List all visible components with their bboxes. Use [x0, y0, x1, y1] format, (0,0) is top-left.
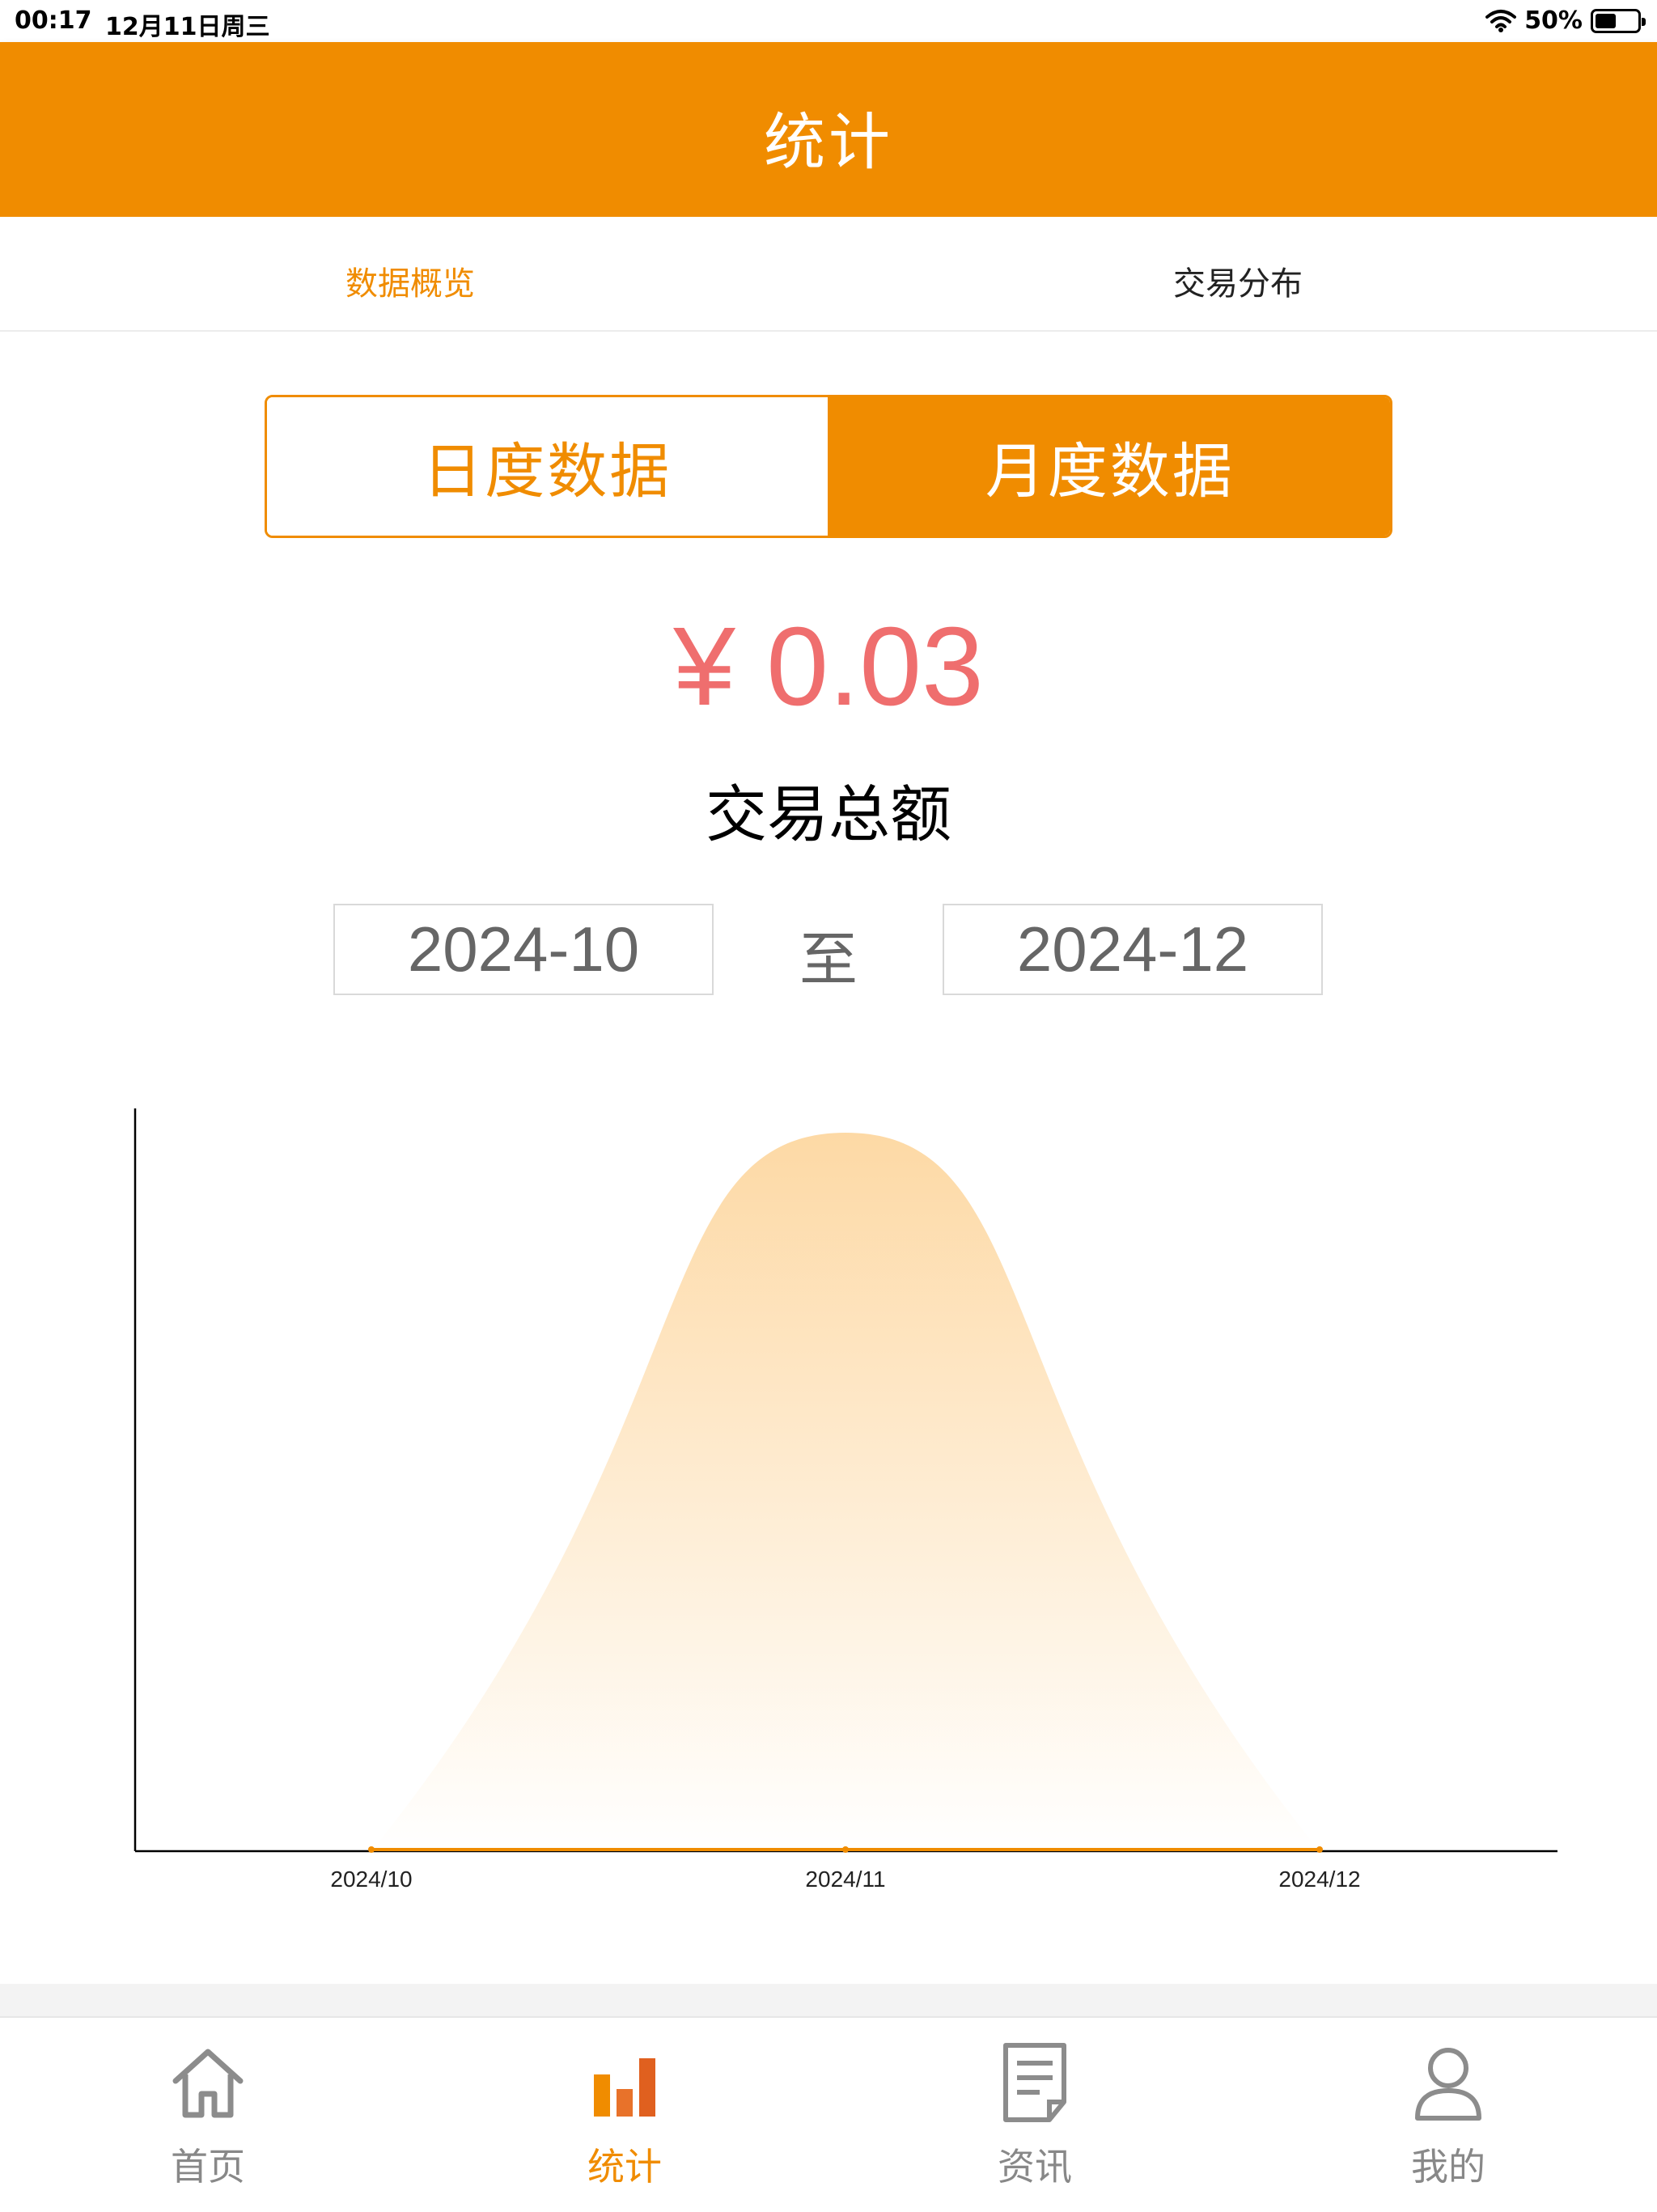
tab-news[interactable]: 资讯 — [913, 2018, 1156, 2212]
trade-chart: 2024/10 2024/11 2024/12 — [0, 1100, 1657, 1909]
tab-trade-distribution[interactable]: 交易分布 — [1173, 257, 1303, 304]
data-point — [368, 1846, 375, 1853]
page-title: 统计 — [764, 106, 893, 178]
bottom-spacer — [0, 1984, 1657, 2016]
user-icon — [1415, 2048, 1481, 2121]
tab-profile[interactable]: 我的 — [1327, 2018, 1570, 2212]
wifi-icon — [1485, 9, 1517, 32]
period-segmented-control: 日度数据 月度数据 — [265, 395, 1392, 538]
tab-statistics[interactable]: 统计 — [503, 2018, 746, 2212]
total-amount-label: 交易总额 — [706, 778, 951, 850]
status-time: 00:17 — [15, 6, 92, 35]
tab-home[interactable]: 首页 — [87, 2018, 329, 2212]
status-bar: 00:17 12月11日周三 50% — [0, 0, 1657, 42]
trade-area-chart: 2024/10 2024/11 2024/12 — [133, 1108, 1557, 1892]
data-point — [842, 1846, 849, 1853]
document-icon — [1003, 2043, 1066, 2122]
date-range-separator: 至 — [799, 926, 858, 994]
bar-chart-icon — [594, 2058, 655, 2117]
x-tick-label: 2024/11 — [805, 1867, 885, 1892]
battery-fill — [1596, 13, 1616, 28]
tab-statistics-label: 统计 — [587, 2145, 662, 2189]
x-tick-label: 2024/12 — [1278, 1867, 1360, 1892]
area-fill — [371, 1133, 1320, 1851]
tab-data-overview[interactable]: 数据概览 — [345, 257, 475, 304]
start-date-picker[interactable]: 2024-10 — [333, 904, 714, 995]
daily-data-button[interactable]: 日度数据 — [267, 397, 830, 536]
battery-percent: 50% — [1524, 6, 1583, 35]
home-icon — [172, 2049, 244, 2118]
tab-home-label: 首页 — [171, 2145, 245, 2189]
top-tabs: 数据概览 交易分布 — [0, 217, 1657, 332]
data-point — [1316, 1846, 1323, 1853]
total-amount-value: ¥ 0.03 — [673, 604, 984, 729]
end-date-picker[interactable]: 2024-12 — [943, 904, 1323, 995]
battery-icon — [1591, 8, 1646, 33]
nav-bar: 统计 — [0, 42, 1657, 217]
x-tick-label: 2024/10 — [330, 1867, 412, 1892]
monthly-data-button[interactable]: 月度数据 — [829, 397, 1390, 536]
status-date: 12月11日周三 — [105, 13, 270, 41]
tab-news-label: 资讯 — [998, 2145, 1072, 2189]
status-indicators: 50% — [1485, 6, 1646, 35]
bottom-tab-bar: 首页 统计 资讯 我的 — [0, 2016, 1657, 2210]
tab-profile-label: 我的 — [1411, 2145, 1485, 2189]
